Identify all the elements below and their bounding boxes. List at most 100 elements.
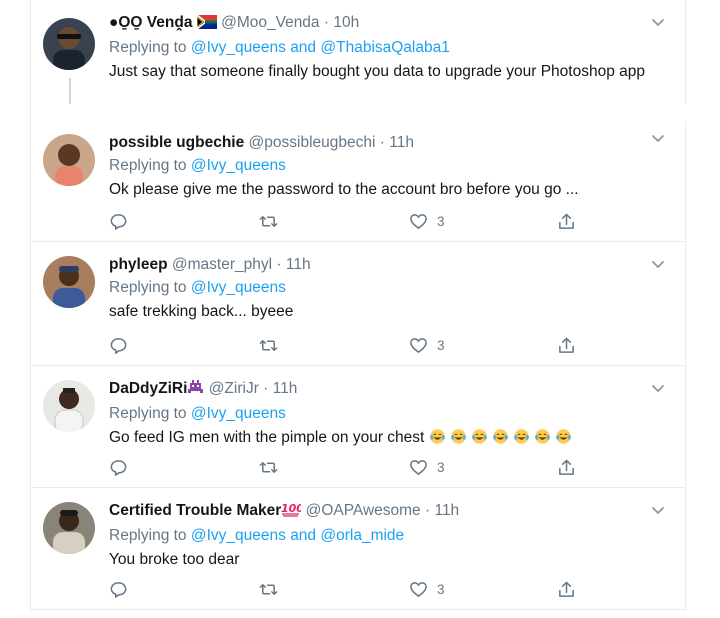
retweet-button[interactable] [259,456,278,478]
tweet-text: You broke too dear [109,551,240,568]
retweet-button[interactable] [259,334,278,356]
user-handle[interactable]: @master_phyl [172,256,272,273]
share-icon [559,213,574,229]
heart-icon [410,213,427,229]
tweet-content: Certified Trouble Maker100 @OAPAwesome ·… [109,500,645,571]
retweet-icon [259,583,278,595]
like-count: 3 [437,459,445,475]
mention-separator: and [290,39,317,56]
share-button[interactable] [557,210,576,232]
replying-to: Replying to @Ivy_queens [109,276,645,300]
timestamp[interactable]: 11h [286,256,311,273]
share-icon [559,459,574,475]
user-handle[interactable]: @ZiriJr [209,380,259,397]
timestamp[interactable]: 11h [389,134,414,151]
tweet-item[interactable]: phyleep @master_phyl · 11h Replying to @… [31,242,685,366]
reply-icon [110,213,127,230]
mention-link[interactable]: @Ivy_queens [191,279,286,296]
chevron-down-icon[interactable] [649,130,667,148]
tears-of-joy-emoji-icon [555,429,571,444]
svg-text:100: 100 [281,502,301,515]
mention-link[interactable]: @Ivy_queens [191,157,286,174]
chevron-down-icon[interactable] [649,502,667,520]
tweet-header: phyleep @master_phyl · 11h [109,254,645,276]
display-name[interactable]: DaDdyZiRi [109,380,187,397]
replying-to: Replying to @Ivy_queens [109,402,645,426]
like-button[interactable]: 3 [409,456,445,478]
user-handle[interactable]: @Moo_Venda [221,14,319,31]
tweet-item[interactable]: ●O̱O̱ Venḓa @Moo_Venda · 10h Replying to… [31,0,685,106]
timestamp[interactable]: 11h [434,502,459,519]
tweet-content: ●O̱O̱ Venḓa @Moo_Venda · 10h Replying to… [109,12,645,83]
share-button[interactable] [557,578,576,600]
avatar[interactable] [43,18,95,70]
tweet-actions: 3 [109,210,685,232]
tears-of-joy-emoji-icon [534,429,550,444]
replying-prefix: Replying to [109,157,187,174]
tears-of-joy-emoji-icon [471,429,487,444]
chevron-down-icon[interactable] [649,256,667,274]
display-name[interactable]: possible ugbechie [109,134,244,151]
separator-dot: · [276,256,282,273]
mention-link[interactable]: @ThabisaQalaba1 [320,39,449,56]
tweet-text: Go feed IG men with the pimple on your c… [109,427,645,449]
tears-of-joy-emoji-row [429,429,576,446]
heart-icon [410,581,427,597]
replies-timeline: ●O̱O̱ Venḓa @Moo_Venda · 10h Replying to… [30,0,687,610]
retweet-button[interactable] [259,578,278,600]
replying-to: Replying to @Ivy_queens and @ThabisaQala… [109,36,645,60]
share-button[interactable] [557,456,576,478]
user-handle[interactable]: @OAPAwesome [306,502,421,519]
reply-button[interactable] [109,456,128,478]
display-name[interactable]: phyleep [109,256,168,273]
mention-link[interactable]: @Ivy_queens [191,405,286,422]
tweet-item[interactable]: DaDdyZiRi @ZiriJr · 11h Replying to @Ivy… [31,366,685,488]
like-count: 3 [437,337,445,353]
tweet-text-body: Go feed IG men with the pimple on your c… [109,429,425,446]
tweet-text: Just say that someone finally bought you… [109,63,645,80]
avatar[interactable] [43,380,95,432]
retweet-button[interactable] [259,210,278,232]
tweet-item[interactable]: possible ugbechie @possibleugbechi · 11h… [31,122,685,242]
south-africa-flag-icon [196,13,217,36]
gap [31,104,687,122]
separator-dot: · [323,14,330,31]
mention-separator: and [290,527,317,544]
separator-dot: · [424,502,431,519]
chevron-down-icon[interactable] [649,380,667,398]
avatar[interactable] [43,256,95,308]
tweet-header: DaDdyZiRi @ZiriJr · 11h [109,378,645,402]
reply-button[interactable] [109,210,128,232]
avatar[interactable] [43,502,95,554]
retweet-icon [259,215,278,227]
like-button[interactable]: 3 [409,578,445,600]
mention-link[interactable]: @orla_mide [320,527,404,544]
tweet-content: possible ugbechie @possibleugbechi · 11h… [109,132,645,201]
tweet-actions: 3 [109,456,685,478]
avatar[interactable] [43,134,95,186]
reply-button[interactable] [109,334,128,356]
replying-prefix: Replying to [109,527,187,544]
reply-icon [110,459,127,476]
replying-to: Replying to @Ivy_queens [109,154,645,178]
mention-link[interactable]: @Ivy_queens [191,527,286,544]
separator-dot: · [379,134,385,151]
timestamp[interactable]: 11h [273,380,298,397]
timestamp[interactable]: 10h [333,14,359,31]
share-button[interactable] [557,334,576,356]
tweet-actions: 3 [109,578,685,600]
tweet-content: DaDdyZiRi @ZiriJr · 11h Replying to @Ivy… [109,378,645,449]
like-button[interactable]: 3 [409,334,445,356]
share-icon [559,337,574,353]
mention-link[interactable]: @Ivy_queens [191,39,286,56]
display-name[interactable]: Certified Trouble Maker [109,502,281,519]
chevron-down-icon[interactable] [649,14,667,32]
user-handle[interactable]: @possibleugbechi [249,134,376,151]
tweet-item[interactable]: Certified Trouble Maker100 @OAPAwesome ·… [31,488,685,610]
replying-prefix: Replying to [109,405,187,422]
like-count: 3 [437,581,445,597]
reply-button[interactable] [109,578,128,600]
display-name[interactable]: ●O̱O̱ Venḓa [109,14,192,31]
like-button[interactable]: 3 [409,210,445,232]
separator-dot: · [263,380,269,397]
